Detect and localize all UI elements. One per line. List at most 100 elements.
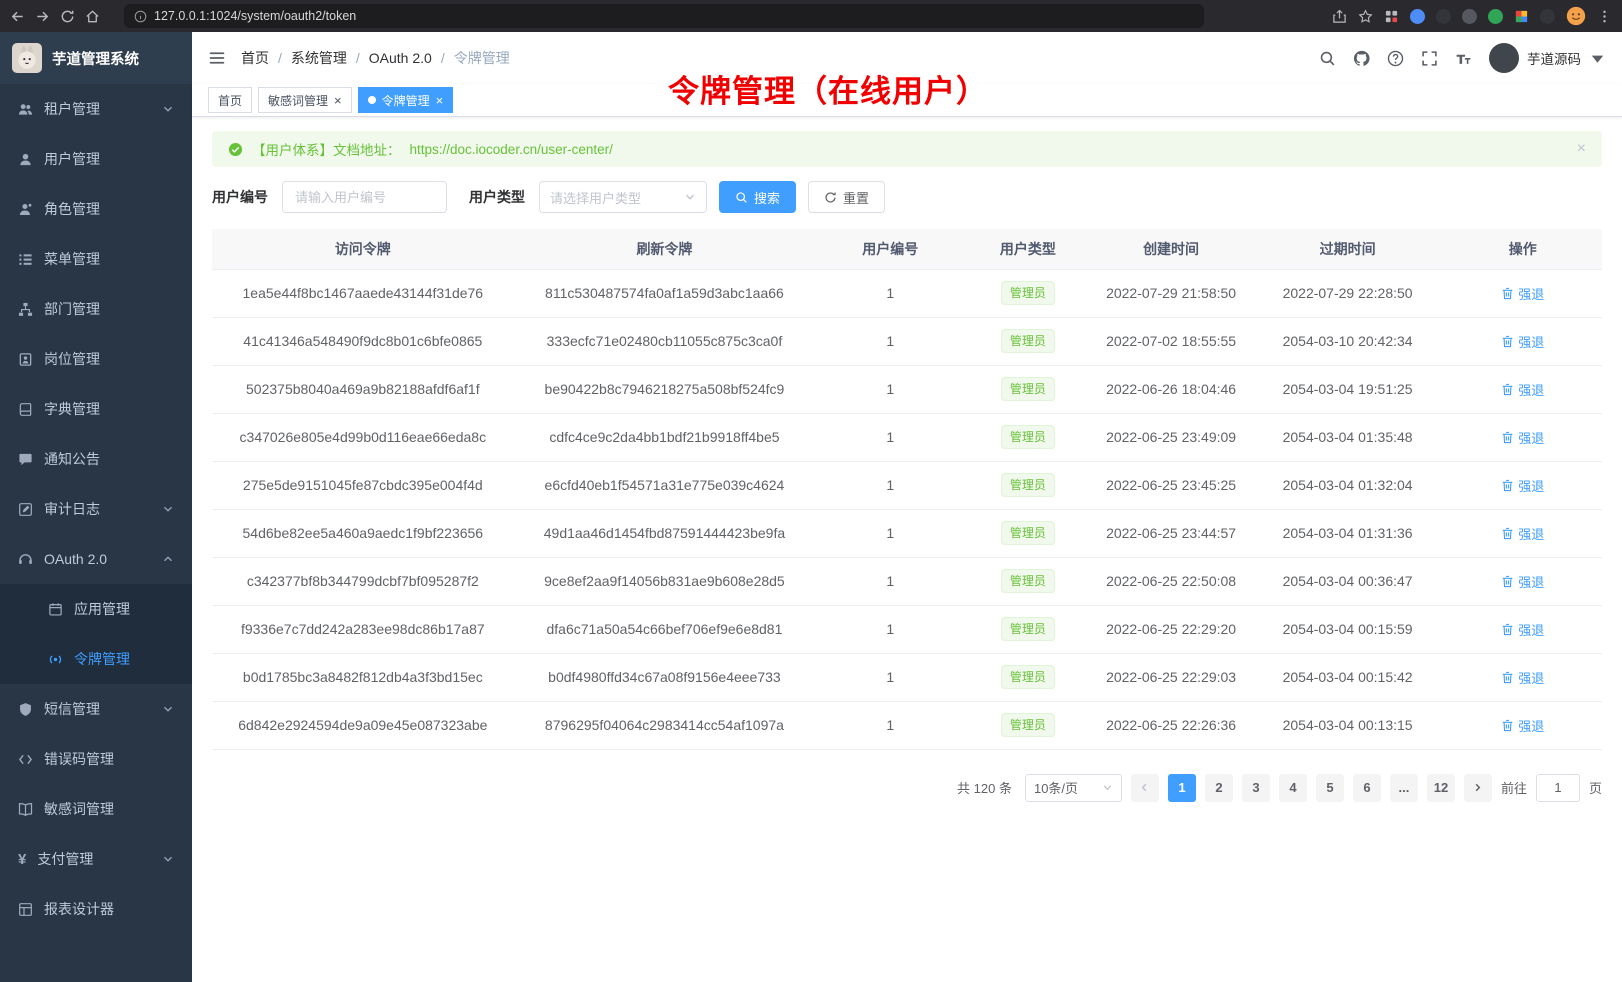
sidebar-item[interactable]: 敏感词管理 [0,784,192,834]
sidebar-item[interactable]: 报表设计器 [0,884,192,934]
token-icon [48,652,63,667]
user-menu[interactable]: 芋道源码 [1489,43,1606,73]
sidebar-item[interactable]: 令牌管理 [0,634,192,684]
force-logout-button[interactable]: 强退 [1501,428,1544,447]
browser-menu-icon[interactable] [1597,9,1612,24]
tab-item[interactable]: 首页 [208,87,252,113]
access-token-cell: 54d6be82ee5a460a9aedc1f9bf223656 [212,509,514,557]
refresh-token-cell: be90422b8c7946218275a508bf524fc9 [514,365,816,413]
force-logout-button[interactable]: 强退 [1501,284,1544,303]
next-page-button[interactable] [1464,774,1492,802]
sidebar-item[interactable]: 通知公告 [0,434,192,484]
column-header: 刷新令牌 [514,229,816,269]
page-button[interactable]: 3 [1242,774,1270,802]
bookmark-star-icon[interactable] [1358,9,1373,24]
table-row: c347026e805e4d99b0d116eae66eda8ccdfc4ce9… [212,413,1602,461]
force-logout-button[interactable]: 强退 [1501,572,1544,591]
sidebar-item[interactable]: OAuth 2.0 [0,534,192,584]
force-logout-button[interactable]: 强退 [1501,668,1544,687]
column-header: 创建时间 [1090,229,1251,269]
goto-suffix: 页 [1589,778,1602,797]
search-button[interactable]: 搜索 [719,181,796,213]
browser-forward-icon[interactable] [35,9,50,24]
sidebar-item[interactable]: 用户管理 [0,134,192,184]
force-logout-button[interactable]: 强退 [1501,332,1544,351]
force-logout-button[interactable]: 强退 [1501,476,1544,495]
user-id-input[interactable] [282,181,447,213]
tab-close-icon[interactable]: × [334,94,342,107]
goto-page-input[interactable] [1536,774,1580,802]
tab-close-icon[interactable]: × [436,94,444,107]
sidebar-item[interactable]: 短信管理 [0,684,192,734]
user-id-cell: 1 [815,701,965,749]
sidebar-toggle-icon[interactable] [208,49,226,67]
reset-button[interactable]: 重置 [808,181,885,213]
expires-at-cell: 2054-03-04 00:36:47 [1252,557,1444,605]
force-logout-button[interactable]: 强退 [1501,620,1544,639]
page-button[interactable]: 1 [1168,774,1196,802]
sidebar-item[interactable]: 岗位管理 [0,334,192,384]
user-type-select[interactable]: 请选择用户类型 [539,181,707,213]
force-logout-button[interactable]: 强退 [1501,380,1544,399]
extensions-puzzle-icon[interactable] [1514,9,1529,24]
page-button[interactable]: 12 [1427,774,1455,802]
share-icon[interactable] [1332,9,1347,24]
extension-icon[interactable] [1488,9,1503,24]
extension-badge-icon[interactable] [1384,9,1399,24]
sidebar-item[interactable]: 部门管理 [0,284,192,334]
address-bar[interactable]: 127.0.0.1:1024/system/oauth2/token [124,4,1204,28]
doc-link[interactable]: https://doc.iocoder.cn/user-center/ [410,142,613,157]
refresh-token-cell: 811c530487574fa0af1a59d3abc1aa66 [514,269,816,317]
tab-item[interactable]: 令牌管理× [358,87,454,113]
sidebar-item[interactable]: 审计日志 [0,484,192,534]
breadcrumb-item[interactable]: OAuth 2.0 [369,50,432,66]
page-size-select[interactable]: 10条/页 [1025,774,1122,802]
browser-home-icon[interactable] [85,9,100,24]
force-logout-button[interactable]: 强退 [1501,716,1544,735]
sidebar-item-label: OAuth 2.0 [44,551,107,567]
sidebar-item[interactable]: 错误码管理 [0,734,192,784]
alert-close-icon[interactable]: × [1577,140,1586,158]
page-button[interactable]: 2 [1205,774,1233,802]
prev-page-button[interactable] [1131,774,1159,802]
sidebar-item-label: 应用管理 [74,599,130,619]
sidebar-item-label: 报表设计器 [44,899,114,919]
browser-profile-avatar[interactable] [1566,6,1586,26]
reset-button-label: 重置 [843,188,869,207]
pay-icon: ¥ [18,851,26,868]
search-icon[interactable] [1319,50,1336,67]
page-button[interactable]: 5 [1316,774,1344,802]
extension-icon[interactable] [1540,9,1555,24]
font-size-icon[interactable] [1455,50,1472,67]
sidebar-item[interactable]: 应用管理 [0,584,192,634]
help-icon[interactable] [1387,50,1404,67]
page-button[interactable]: 4 [1279,774,1307,802]
breadcrumb-item[interactable]: 系统管理 [291,48,347,68]
extension-icon[interactable] [1436,9,1451,24]
github-icon[interactable] [1353,50,1370,67]
user-type-badge: 管理员 [1001,521,1055,545]
browser-refresh-icon[interactable] [60,9,75,24]
sidebar-item-label: 错误码管理 [44,749,114,769]
table-row: 6d842e2924594de9a09e45e087323abe8796295f… [212,701,1602,749]
search-icon [735,191,748,204]
page-button[interactable]: 6 [1353,774,1381,802]
sidebar-item[interactable]: 字典管理 [0,384,192,434]
sidebar-item[interactable]: 租户管理 [0,84,192,134]
force-logout-label: 强退 [1518,716,1544,735]
force-logout-button[interactable]: 强退 [1501,524,1544,543]
extension-icon[interactable] [1410,9,1425,24]
doc-alert: 【用户体系】文档地址： https://doc.iocoder.cn/user-… [212,131,1602,167]
page-button[interactable]: ... [1390,774,1418,802]
site-info-icon[interactable] [134,10,147,23]
log-icon [18,502,33,517]
sidebar-item[interactable]: ¥支付管理 [0,834,192,884]
sidebar-item[interactable]: 角色管理 [0,184,192,234]
fullscreen-icon[interactable] [1421,50,1438,67]
sidebar-item[interactable]: 菜单管理 [0,234,192,284]
tab-item[interactable]: 敏感词管理× [258,87,352,113]
browser-back-icon[interactable] [10,9,25,24]
app-logo[interactable]: 芋道管理系统 [0,32,192,84]
extension-icon[interactable] [1462,9,1477,24]
breadcrumb-item[interactable]: 首页 [241,48,269,68]
